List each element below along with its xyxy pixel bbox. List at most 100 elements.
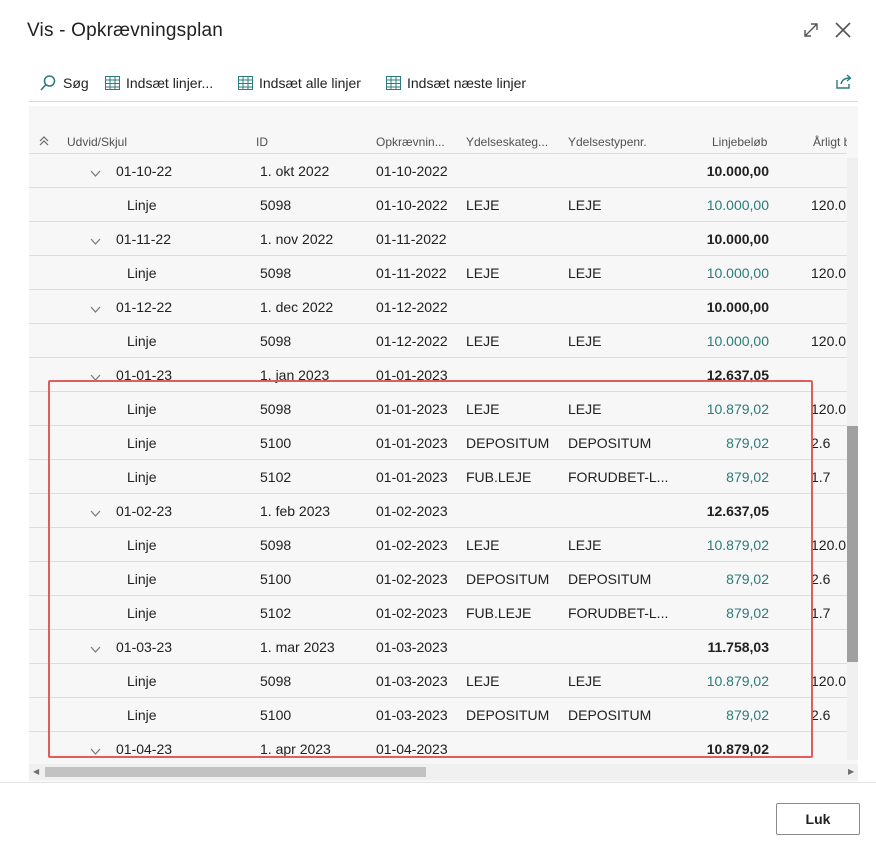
cell-amount: 10.000,00 <box>706 163 769 179</box>
cell-annual: 120.0 <box>811 333 847 349</box>
table-row[interactable]: Linje 5098 01-02-2023 LEJE LEJE 10.879,02 120.… <box>29 528 847 562</box>
cell-expand: Linje <box>127 401 157 417</box>
grid-viewport: Linje509801-09-2022LEJELEJE10.000,00120.… <box>29 106 847 760</box>
chevron-down-icon[interactable] <box>90 165 101 181</box>
cell-amount[interactable]: 879,02 <box>649 571 769 587</box>
column-header-category[interactable]: Ydelseskateg... <box>466 135 548 149</box>
chevron-down-icon[interactable] <box>90 301 101 317</box>
cell-expand: Linje <box>127 265 157 281</box>
table-row[interactable]: Linje 5098 01-12-2022 LEJE LEJE 10.000,00 120.… <box>29 324 847 358</box>
cell-amount[interactable]: 10.879,02 <box>649 401 769 417</box>
cell-date: 01-04-2023 <box>376 741 448 757</box>
cell-expand: Linje <box>127 469 157 485</box>
cell-date: 01-01-2023 <box>376 367 448 383</box>
cell-amount[interactable]: 10.879,02 <box>649 673 769 689</box>
insert-all-lines-label: Indsæt alle linjer <box>259 75 361 91</box>
close-button[interactable]: Luk <box>776 803 860 835</box>
cell-category: FUB.LEJE <box>466 605 532 621</box>
cell-id: 5102 <box>260 469 292 485</box>
column-header-amount[interactable]: Linjebeløb <box>712 135 767 149</box>
cell-expand: Linje <box>127 333 157 349</box>
table-row[interactable]: Linje 5098 01-01-2023 LEJE LEJE 10.879,02 120.… <box>29 392 847 426</box>
grid-header: Udvid/Skjul ID Opkrævnin... Ydelseskateg… <box>29 106 847 152</box>
table-row[interactable]: Linje 5098 01-11-2022 LEJE LEJE 10.000,00 120.… <box>29 256 847 290</box>
cell-amount[interactable]: 879,02 <box>649 469 769 485</box>
cell-expand: Linje <box>127 673 157 689</box>
group-row[interactable]: 01-12-22 1. dec 2022 01-12-2022 10.000,00 <box>29 290 847 324</box>
insert-next-lines-button[interactable]: Indsæt næste linjer <box>386 66 526 100</box>
column-header-expand[interactable]: Udvid/Skjul <box>67 135 127 149</box>
footer-divider <box>0 782 876 783</box>
cell-category: LEJE <box>466 401 500 417</box>
table-row[interactable]: Linje 5102 01-02-2023 FUB.LEJE FORUDBET-L...… <box>29 596 847 630</box>
cell-date: 01-03-2023 <box>376 639 448 655</box>
cell-type: DEPOSITUM <box>568 707 652 723</box>
cell-amount[interactable]: 10.000,00 <box>649 265 769 281</box>
group-row[interactable]: 01-03-23 1. mar 2023 01-03-2023 11.758,03 <box>29 630 847 664</box>
action-toolbar: Søg Indsæt linjer... Indsæt alle linjer … <box>29 66 858 102</box>
cell-category: FUB.LEJE <box>466 469 532 485</box>
cell-expand: Linje <box>127 197 157 213</box>
expand-icon[interactable] <box>802 21 820 44</box>
cell-type: LEJE <box>568 673 602 689</box>
group-row[interactable]: 01-02-23 1. feb 2023 01-02-2023 12.637,05 <box>29 494 847 528</box>
collapse-all-icon[interactable] <box>38 135 50 150</box>
chevron-down-icon[interactable] <box>90 641 101 657</box>
cell-date: 01-11-2022 <box>376 231 447 247</box>
cell-amount[interactable]: 879,02 <box>649 605 769 621</box>
cell-date: 01-12-2022 <box>376 299 448 315</box>
table-row[interactable]: Linje 5102 01-01-2023 FUB.LEJE FORUDBET-L...… <box>29 460 847 494</box>
table-icon <box>105 76 120 90</box>
column-header-annual[interactable]: Årligt be <box>813 135 847 149</box>
cell-id: 5098 <box>260 401 292 417</box>
group-row[interactable]: 01-10-22 1. okt 2022 01-10-2022 10.000,00 <box>29 154 847 188</box>
cell-date: 01-10-2022 <box>376 163 448 179</box>
chevron-down-icon[interactable] <box>90 743 101 759</box>
cell-amount: 11.758,03 <box>707 639 769 655</box>
vertical-scrollbar-thumb[interactable] <box>847 426 858 662</box>
cell-date: 01-12-2022 <box>376 333 448 349</box>
insert-lines-button[interactable]: Indsæt linjer... <box>105 66 213 100</box>
cell-type: DEPOSITUM <box>568 435 652 451</box>
column-header-date[interactable]: Opkrævnin... <box>376 135 445 149</box>
cell-amount[interactable]: 10.879,02 <box>649 537 769 553</box>
cell-amount: 10.000,00 <box>706 299 769 315</box>
close-icon[interactable] <box>834 21 852 44</box>
scroll-left-arrow-icon[interactable]: ◀ <box>33 767 39 776</box>
scroll-right-arrow-icon[interactable]: ▶ <box>848 767 854 776</box>
cell-category: LEJE <box>466 197 500 213</box>
cell-id: 1. jan 2023 <box>260 367 330 383</box>
group-row[interactable]: 01-11-22 1. nov 2022 01-11-2022 10.000,00 <box>29 222 847 256</box>
search-label: Søg <box>63 75 89 91</box>
horizontal-scrollbar[interactable]: ◀ ▶ <box>29 764 858 780</box>
table-row[interactable]: Linje 5098 01-03-2023 LEJE LEJE 10.879,02 120.… <box>29 664 847 698</box>
cell-id: 5102 <box>260 605 292 621</box>
column-header-id[interactable]: ID <box>256 135 268 149</box>
insert-all-lines-button[interactable]: Indsæt alle linjer <box>238 66 361 100</box>
table-row[interactable]: Linje 5100 01-02-2023 DEPOSITUM DEPOSITUM 879… <box>29 562 847 596</box>
cell-amount[interactable]: 10.000,00 <box>649 333 769 349</box>
chevron-down-icon[interactable] <box>90 505 101 521</box>
share-icon[interactable] <box>835 74 853 95</box>
cell-amount[interactable]: 10.000,00 <box>649 197 769 213</box>
column-header-type[interactable]: Ydelsestypenr. <box>568 135 647 149</box>
cell-expand: 01-03-23 <box>116 639 173 655</box>
table-row[interactable]: Linje 5100 01-03-2023 DEPOSITUM DEPOSITUM 879… <box>29 698 847 732</box>
horizontal-scrollbar-thumb[interactable] <box>45 767 426 777</box>
cell-id: 1. dec 2022 <box>260 299 334 315</box>
cell-annual: 2.6 <box>811 571 831 587</box>
table-row[interactable]: Linje 5098 01-10-2022 LEJE LEJE 10.000,00 120.… <box>29 188 847 222</box>
group-row[interactable]: 01-01-23 1. jan 2023 01-01-2023 12.637,05 <box>29 358 847 392</box>
group-row[interactable]: 01-04-23 1. apr 2023 01-04-2023 10.879,02 <box>29 732 847 760</box>
cell-annual: 1.7 <box>811 605 831 621</box>
cell-expand: Linje <box>127 707 157 723</box>
cell-amount[interactable]: 879,02 <box>649 707 769 723</box>
search-button[interactable]: Søg <box>39 66 89 100</box>
chevron-down-icon[interactable] <box>90 369 101 385</box>
table-row[interactable]: Linje 5100 01-01-2023 DEPOSITUM DEPOSITUM 879… <box>29 426 847 460</box>
vertical-scrollbar[interactable] <box>847 158 858 760</box>
chevron-down-icon[interactable] <box>90 233 101 249</box>
cell-amount[interactable]: 879,02 <box>649 435 769 451</box>
cell-id: 5098 <box>260 537 292 553</box>
cell-type: LEJE <box>568 197 602 213</box>
